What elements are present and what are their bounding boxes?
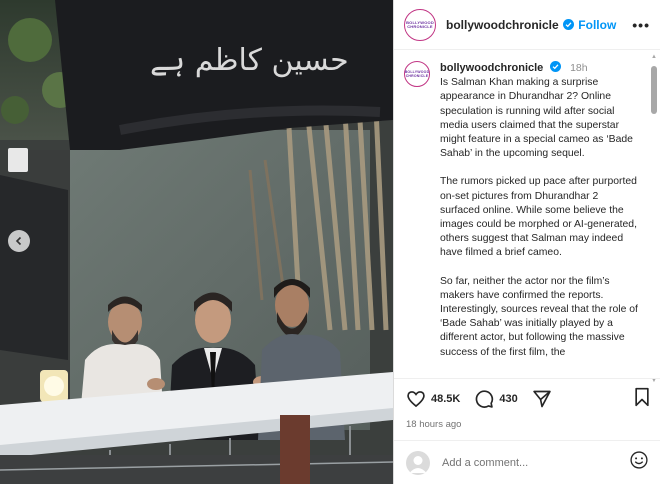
action-bar: 48.5K 430 18 hours ago [394,378,660,430]
save-button[interactable] [633,387,651,412]
caption-time[interactable]: 18h [570,62,588,74]
more-options-button[interactable]: ••• [632,17,650,33]
caption-author-avatar[interactable]: BOLLYWOOD CHRONICLE [404,61,430,87]
like-button[interactable]: 48.5K [406,389,460,409]
comment-input[interactable] [442,456,612,469]
share-button[interactable] [532,389,552,409]
like-count[interactable]: 48.5K [431,393,460,405]
post-image: حسین کاظم ہے [0,0,393,484]
caption-scroll-area[interactable]: BOLLYWOOD CHRONICLE bollywoodchronicle 1… [394,51,660,373]
avatar-logo-text: BOLLYWOOD CHRONICLE [405,64,429,84]
caption-paragraph: The rumors picked up pace after purporte… [440,176,637,259]
smiley-icon [630,451,648,469]
heart-icon [407,391,425,408]
post-header: BOLLYWOOD CHRONICLE bollywoodchronicle F… [394,0,660,50]
follow-button[interactable]: Follow [578,18,616,32]
caption-scrollbar[interactable]: ▲ ▼ [651,54,657,384]
paper-plane-icon [532,390,551,408]
chevron-left-icon [15,236,22,246]
viewer-avatar [406,450,430,475]
post-time-ago[interactable]: 18 hours ago [406,419,651,430]
verified-badge-icon [562,19,574,30]
bookmark-icon [635,387,649,406]
caption-username[interactable]: bollywoodchronicle [440,62,543,74]
caption: BOLLYWOOD CHRONICLE bollywoodchronicle 1… [394,51,660,373]
caption-paragraph: So far, neither the actor nor the film’s… [440,275,638,358]
post-photo[interactable]: حسین کاظم ہے [0,0,393,484]
comment-bubble-icon [476,390,494,408]
emoji-button[interactable] [629,450,649,475]
comment-bar [394,440,660,484]
caption-body: bollywoodchronicle 18h Is Salman Khan ma… [440,61,640,373]
post-side-panel: BOLLYWOOD CHRONICLE bollywoodchronicle F… [393,0,660,484]
scroll-up-icon[interactable]: ▲ [651,54,657,60]
verified-badge-icon [550,61,562,72]
author-avatar[interactable]: BOLLYWOOD CHRONICLE [404,8,436,41]
comment-button[interactable]: 430 [474,389,518,409]
author-username[interactable]: bollywoodchronicle [446,18,559,32]
comment-count[interactable]: 430 [499,393,517,405]
caption-paragraph: Is Salman Khan making a surprise appeara… [440,77,633,160]
scrollbar-thumb[interactable] [651,66,657,114]
default-avatar-icon [409,455,427,473]
avatar-logo-text: BOLLYWOOD CHRONICLE [406,12,434,37]
carousel-prev-button[interactable] [8,230,30,252]
banner-text: حسین کاظم ہے [150,43,349,78]
